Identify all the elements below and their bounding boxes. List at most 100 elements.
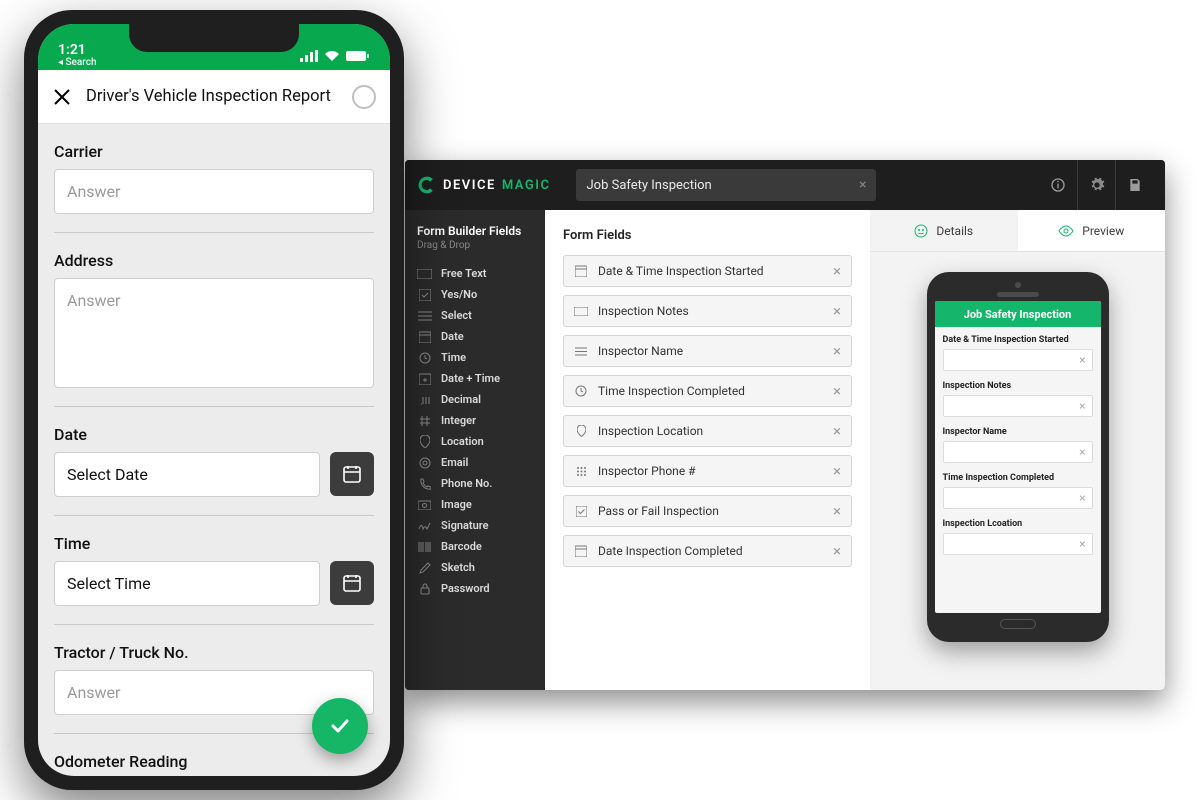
form-field-row[interactable]: Inspection Location × <box>563 415 852 447</box>
builder-body: Form Builder Fields Drag & Drop Free Tex… <box>405 210 1165 690</box>
decimal-icon <box>417 394 432 406</box>
form-field-label: Date Inspection Completed <box>598 544 743 558</box>
submit-fab[interactable] <box>312 698 368 754</box>
field-type-label: Phone No. <box>441 477 492 490</box>
field-type-image[interactable]: Image <box>417 494 533 515</box>
preview-field: Date & Time Inspection Started× <box>943 335 1093 371</box>
preview-input[interactable]: × <box>943 487 1093 509</box>
field-type-barcode[interactable]: Barcode <box>417 536 533 557</box>
brand-mark-icon <box>417 175 437 195</box>
field-type-location[interactable]: Location <box>417 431 533 452</box>
tab-details[interactable]: Details <box>870 210 1018 252</box>
remove-field-icon[interactable]: × <box>833 502 841 520</box>
time-value: Select Time <box>67 574 151 593</box>
preview-field-label: Time Inspection Completed <box>943 473 1093 483</box>
form-field-label: Inspection Location <box>598 424 703 438</box>
remove-field-icon[interactable]: × <box>833 302 841 320</box>
field-type-label: Email <box>441 456 468 469</box>
preview-screen: Job Safety Inspection Date & Time Inspec… <box>935 301 1101 613</box>
canvas-title: Form Fields <box>563 228 852 243</box>
field-type-label: Signature <box>441 519 489 532</box>
brand-text-b: MAGIC <box>502 178 551 193</box>
field-type-select[interactable]: Select <box>417 305 533 326</box>
form-field-row[interactable]: Date & Time Inspection Started× <box>563 255 852 287</box>
gear-icon <box>1089 177 1105 193</box>
tab-preview[interactable]: Preview <box>1018 210 1166 252</box>
calendar-icon <box>574 545 588 557</box>
back-to-search[interactable]: ◂ Search <box>58 58 97 69</box>
remove-field-icon[interactable]: × <box>833 342 841 360</box>
carrier-input[interactable]: Answer <box>54 169 374 214</box>
remove-field-icon[interactable]: × <box>833 542 841 560</box>
at-icon <box>417 457 432 469</box>
form-field-row[interactable]: Inspection Notes× <box>563 295 852 327</box>
pin-icon <box>574 425 588 437</box>
form-body[interactable]: Carrier Answer Address Answer Date Selec… <box>38 124 390 771</box>
date-picker-button[interactable] <box>330 452 374 496</box>
form-field-row[interactable]: Date Inspection Completed × <box>563 535 852 567</box>
form-field-label: Inspector Name <box>598 344 683 358</box>
preview-input[interactable]: × <box>943 395 1093 417</box>
address-input[interactable]: Answer <box>54 278 374 388</box>
check-icon <box>327 713 353 739</box>
question-odometer: Odometer Reading <box>54 752 374 771</box>
question-carrier: Carrier Answer <box>54 142 374 214</box>
info-button[interactable] <box>1039 160 1077 210</box>
field-type-date[interactable]: Date <box>417 326 533 347</box>
checkbox-icon <box>574 506 588 517</box>
date-input[interactable]: Select Date <box>54 452 320 497</box>
form-field-row[interactable]: Time Inspection Completed× <box>563 375 852 407</box>
field-type-time[interactable]: Time <box>417 347 533 368</box>
form-name-input[interactable]: Job Safety Inspection × <box>576 169 876 201</box>
save-button[interactable] <box>1115 160 1153 210</box>
field-type-email[interactable]: Email <box>417 452 533 473</box>
remove-field-icon[interactable]: × <box>833 262 841 280</box>
field-type-sketch[interactable]: Sketch <box>417 557 533 578</box>
field-type-label: Yes/No <box>441 288 477 301</box>
preview-field-label: Inspection Notes <box>943 381 1093 391</box>
preview-area: Job Safety Inspection Date & Time Inspec… <box>870 252 1165 690</box>
preview-field: Time Inspection Completed × <box>943 473 1093 509</box>
settings-button[interactable] <box>1077 160 1115 210</box>
field-type-label: Password <box>441 582 490 595</box>
clear-form-name-icon[interactable]: × <box>859 177 866 193</box>
remove-field-icon[interactable]: × <box>833 422 841 440</box>
preview-input[interactable]: × <box>943 349 1093 371</box>
form-field-row[interactable]: Pass or Fail Inspection × <box>563 495 852 527</box>
field-type-integer[interactable]: Integer <box>417 410 533 431</box>
field-type-phone[interactable]: Phone No. <box>417 473 533 494</box>
progress-ring[interactable] <box>352 85 376 109</box>
field-type-datetime[interactable]: Date + Time <box>417 368 533 389</box>
field-type-free-text[interactable]: Free Text <box>417 263 533 284</box>
form-builder-window: DEVICE MAGIC Job Safety Inspection × Form… <box>405 160 1165 690</box>
preview-field: Inspection Lcoation× <box>943 519 1093 555</box>
preview-field: Inspector Name × <box>943 427 1093 463</box>
field-type-yesno[interactable]: Yes/No <box>417 284 533 305</box>
time-input[interactable]: Select Time <box>54 561 320 606</box>
field-type-label: Time <box>441 351 466 364</box>
preview-input[interactable]: × <box>943 533 1093 555</box>
save-icon <box>1127 177 1143 193</box>
sidebar-subtitle: Drag & Drop <box>417 240 533 251</box>
field-type-label: Image <box>441 498 472 511</box>
field-type-password[interactable]: Password <box>417 578 533 599</box>
phone-notch <box>129 24 299 52</box>
form-field-row[interactable]: Inspector Phone #× <box>563 455 852 487</box>
preview-field-label: Inspector Name <box>943 427 1093 437</box>
field-type-signature[interactable]: Signature <box>417 515 533 536</box>
preview-input[interactable]: × <box>943 441 1093 463</box>
form-field-row[interactable]: Inspector Name × <box>563 335 852 367</box>
form-field-label: Pass or Fail Inspection <box>598 504 719 518</box>
field-type-label: Free Text <box>441 267 487 280</box>
tab-label: Details <box>936 224 973 238</box>
remove-field-icon[interactable]: × <box>833 462 841 480</box>
time-picker-button[interactable] <box>330 561 374 605</box>
brand-text-a: DEVICE <box>443 178 496 193</box>
remove-field-icon[interactable]: × <box>833 382 841 400</box>
close-form-button[interactable] <box>52 87 72 107</box>
free-text-icon <box>417 268 432 280</box>
calendar-icon <box>342 464 362 484</box>
field-type-decimal[interactable]: Decimal <box>417 389 533 410</box>
calendar-icon <box>417 331 432 343</box>
calendar-icon <box>574 265 588 277</box>
